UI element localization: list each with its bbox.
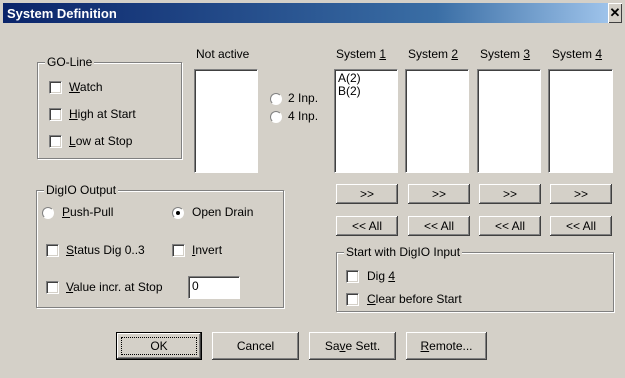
- high-at-start-checkbox[interactable]: [49, 108, 62, 121]
- value-incr-checkbox[interactable]: [46, 281, 59, 294]
- invert-checkbox[interactable]: [172, 244, 185, 257]
- digio-output-group-title: DigIO Output: [44, 183, 119, 197]
- system-4-label: System 4: [552, 47, 603, 61]
- system-4-list[interactable]: [548, 69, 613, 173]
- clear-before-start-checkbox[interactable]: [346, 293, 359, 306]
- low-at-stop-label[interactable]: Low at Stop: [69, 134, 132, 148]
- open-drain-label[interactable]: Open Drain: [192, 205, 253, 219]
- not-active-label: Not active: [196, 47, 250, 61]
- move-to-system-1-button[interactable]: >>: [336, 184, 398, 204]
- window-title: System Definition: [7, 6, 117, 21]
- list-item[interactable]: B(2): [338, 85, 394, 98]
- save-settings-button[interactable]: Save Sett.: [309, 332, 396, 360]
- four-inputs-label[interactable]: 4 Inp.: [288, 109, 318, 123]
- value-incr-input[interactable]: 0: [188, 276, 240, 299]
- ok-button[interactable]: OK: [116, 332, 202, 360]
- value-incr-label[interactable]: Value incr. at Stop: [66, 280, 163, 294]
- not-active-list[interactable]: [194, 69, 258, 173]
- push-pull-radio[interactable]: [42, 207, 54, 219]
- two-inputs-radio[interactable]: [270, 93, 282, 105]
- status-dig-label[interactable]: Status Dig 0..3: [66, 243, 145, 257]
- system-definition-dialog: System Definition ✕ GO-Line Watch High a…: [0, 0, 625, 378]
- four-inputs-radio[interactable]: [270, 111, 282, 123]
- two-inputs-label[interactable]: 2 Inp.: [288, 91, 318, 105]
- remote-button[interactable]: Remote...: [406, 332, 487, 360]
- cancel-button[interactable]: Cancel: [212, 332, 299, 360]
- start-with-digio-group-title: Start with DigIO Input: [344, 245, 463, 259]
- dig-4-checkbox[interactable]: [346, 270, 359, 283]
- clear-before-start-label[interactable]: Clear before Start: [367, 292, 462, 306]
- go-line-group-title: GO-Line: [45, 55, 95, 69]
- push-pull-label[interactable]: Push-Pull: [62, 205, 113, 219]
- system-3-label: System 3: [480, 47, 531, 61]
- invert-label[interactable]: Invert: [192, 243, 222, 257]
- dig-4-label[interactable]: Dig 4: [367, 269, 395, 283]
- status-dig-checkbox[interactable]: [46, 244, 59, 257]
- move-to-system-2-button[interactable]: >>: [408, 184, 470, 204]
- system-2-list[interactable]: [405, 69, 469, 173]
- close-icon[interactable]: ✕: [608, 3, 622, 23]
- low-at-stop-checkbox[interactable]: [49, 135, 62, 148]
- title-bar: System Definition ✕: [3, 3, 622, 23]
- move-to-system-3-button[interactable]: >>: [479, 184, 541, 204]
- system-1-all-back-button[interactable]: << All: [336, 216, 398, 236]
- move-to-system-4-button[interactable]: >>: [550, 184, 612, 204]
- system-4-all-back-button[interactable]: << All: [550, 216, 612, 236]
- high-at-start-label[interactable]: High at Start: [69, 107, 136, 121]
- system-3-all-back-button[interactable]: << All: [479, 216, 541, 236]
- system-1-list[interactable]: A(2) B(2): [334, 69, 398, 173]
- system-1-label: System 1: [336, 47, 387, 61]
- watch-label[interactable]: Watch: [69, 80, 103, 94]
- system-2-label: System 2: [408, 47, 459, 61]
- watch-checkbox[interactable]: [49, 81, 62, 94]
- open-drain-radio[interactable]: [172, 207, 184, 219]
- system-3-list[interactable]: [477, 69, 541, 173]
- system-2-all-back-button[interactable]: << All: [408, 216, 470, 236]
